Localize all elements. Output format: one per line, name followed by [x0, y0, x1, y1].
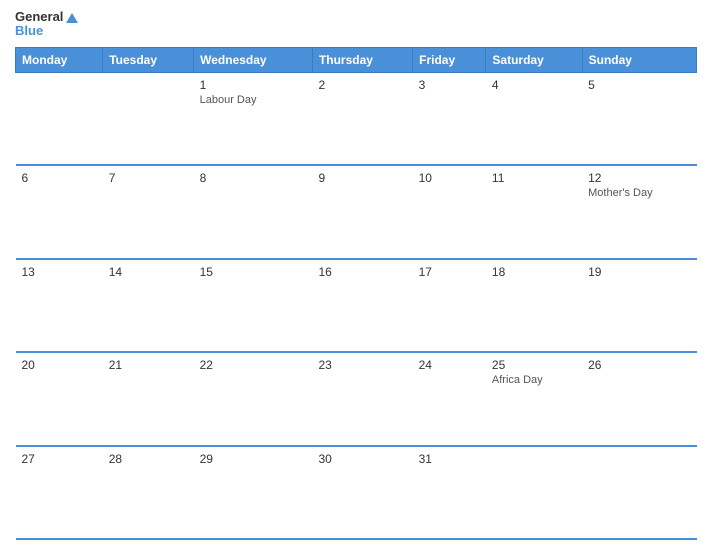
day-cell: 3 — [413, 72, 486, 165]
day-number: 8 — [200, 171, 307, 185]
calendar-table: Monday Tuesday Wednesday Thursday Friday… — [15, 47, 697, 540]
day-cell: 19 — [582, 259, 696, 352]
header-thursday: Thursday — [312, 47, 412, 72]
day-cell: 13 — [16, 259, 103, 352]
day-cell — [486, 446, 582, 539]
day-number: 31 — [419, 452, 480, 466]
day-cell: 24 — [413, 352, 486, 445]
day-number: 29 — [200, 452, 307, 466]
day-cell: 1 Labour Day — [194, 72, 313, 165]
day-cell: 31 — [413, 446, 486, 539]
day-number: 16 — [318, 265, 406, 279]
header-sunday: Sunday — [582, 47, 696, 72]
day-number: 21 — [109, 358, 188, 372]
header-monday: Monday — [16, 47, 103, 72]
day-cell: 12 Mother's Day — [582, 165, 696, 258]
holiday-name: Mother's Day — [588, 187, 690, 199]
day-number: 28 — [109, 452, 188, 466]
day-cell: 18 — [486, 259, 582, 352]
week-row-1: 6789 10 11 12 Mother's Day — [16, 165, 697, 258]
header-friday: Friday — [413, 47, 486, 72]
day-number: 17 — [419, 265, 480, 279]
weekday-header-row: Monday Tuesday Wednesday Thursday Friday… — [16, 47, 697, 72]
logo-blue-text: Blue — [15, 24, 78, 38]
day-number: 22 — [200, 358, 307, 372]
week-row-2: 13 14 15 16 17 18 19 — [16, 259, 697, 352]
day-number: 30 — [318, 452, 406, 466]
day-cell: 14 — [103, 259, 194, 352]
day-cell: 8 — [194, 165, 313, 258]
day-cell: 29 — [194, 446, 313, 539]
header-wednesday: Wednesday — [194, 47, 313, 72]
day-number: 2 — [318, 78, 406, 92]
logo: General Blue — [15, 10, 78, 39]
day-number: 13 — [22, 265, 97, 279]
day-number: 6 — [22, 171, 97, 185]
day-cell: 22 — [194, 352, 313, 445]
day-number: 14 — [109, 265, 188, 279]
week-row-0: 1 Labour Day 2345 — [16, 72, 697, 165]
day-number: 15 — [200, 265, 307, 279]
day-cell: 10 — [413, 165, 486, 258]
day-cell: 11 — [486, 165, 582, 258]
day-number: 7 — [109, 171, 188, 185]
day-cell: 15 — [194, 259, 313, 352]
day-number: 11 — [492, 171, 576, 185]
day-cell: 20 — [16, 352, 103, 445]
week-row-3: 20 21 22 23 24 25 Africa Day 26 — [16, 352, 697, 445]
day-cell: 9 — [312, 165, 412, 258]
header-tuesday: Tuesday — [103, 47, 194, 72]
logo-triangle-icon — [66, 13, 78, 23]
day-cell: 2 — [312, 72, 412, 165]
day-number: 26 — [588, 358, 690, 372]
day-number: 19 — [588, 265, 690, 279]
day-cell: 6 — [16, 165, 103, 258]
day-cell: 17 — [413, 259, 486, 352]
day-cell — [582, 446, 696, 539]
logo-general-text: General — [15, 10, 78, 24]
day-number: 12 — [588, 171, 690, 185]
day-cell: 30 — [312, 446, 412, 539]
day-number: 20 — [22, 358, 97, 372]
day-number: 5 — [588, 78, 690, 92]
week-row-4: 27 28 29 30 31 — [16, 446, 697, 539]
day-cell: 16 — [312, 259, 412, 352]
holiday-name: Labour Day — [200, 94, 307, 106]
day-number: 27 — [22, 452, 97, 466]
day-number: 1 — [200, 78, 307, 92]
day-number: 25 — [492, 358, 576, 372]
day-cell: 23 — [312, 352, 412, 445]
day-cell: 28 — [103, 446, 194, 539]
day-cell: 27 — [16, 446, 103, 539]
day-number: 3 — [419, 78, 480, 92]
day-cell: 7 — [103, 165, 194, 258]
day-number: 4 — [492, 78, 576, 92]
day-cell: 21 — [103, 352, 194, 445]
day-cell: 5 — [582, 72, 696, 165]
day-cell: 26 — [582, 352, 696, 445]
day-cell — [16, 72, 103, 165]
day-number: 23 — [318, 358, 406, 372]
header-saturday: Saturday — [486, 47, 582, 72]
day-number: 24 — [419, 358, 480, 372]
calendar-header: General Blue — [15, 10, 697, 39]
day-number: 18 — [492, 265, 576, 279]
day-cell: 25 Africa Day — [486, 352, 582, 445]
calendar-container: General Blue Monday Tuesday Wednesday Th… — [0, 0, 712, 550]
holiday-name: Africa Day — [492, 374, 576, 386]
day-cell: 4 — [486, 72, 582, 165]
day-number: 9 — [318, 171, 406, 185]
day-number: 10 — [419, 171, 480, 185]
day-cell — [103, 72, 194, 165]
